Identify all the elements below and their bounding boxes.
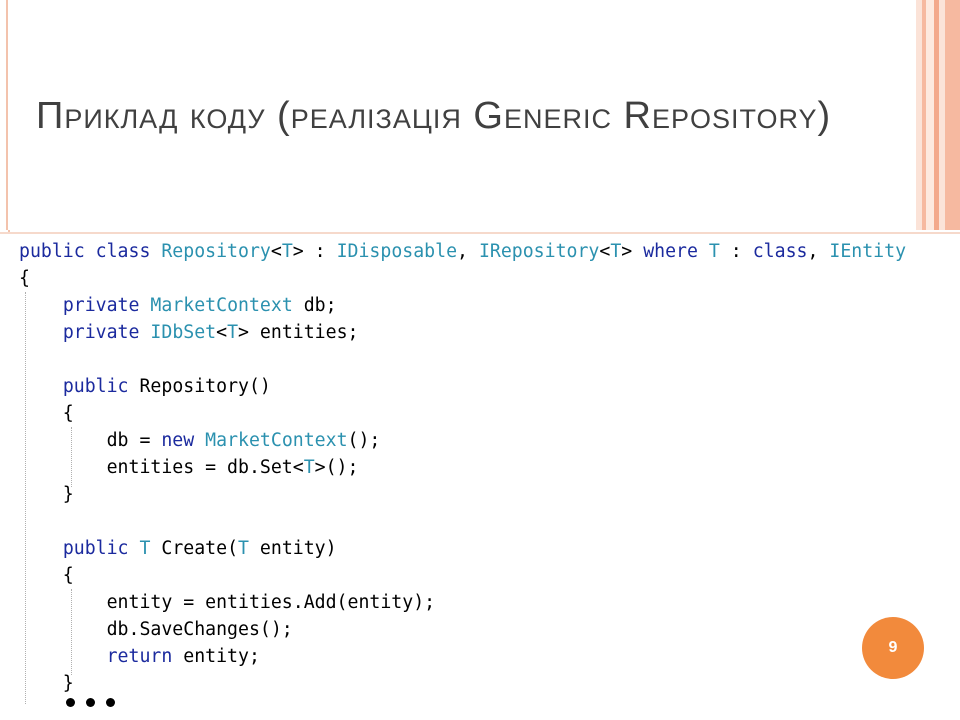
code-text: >(); bbox=[314, 457, 359, 478]
code-type: T bbox=[139, 538, 151, 559]
code-type: MarketContext bbox=[150, 295, 293, 316]
code-text: < bbox=[270, 241, 282, 262]
code-text: } bbox=[19, 673, 74, 694]
code-line: { bbox=[19, 562, 906, 589]
decorative-stripes bbox=[916, 0, 960, 230]
code-line: { bbox=[19, 265, 906, 292]
code-type: IEntity bbox=[829, 241, 907, 262]
decorative-stripe bbox=[945, 0, 960, 230]
code-line: public T Create(T entity) bbox=[19, 535, 906, 562]
dot bbox=[66, 698, 75, 707]
page-title: Приклад коду (реалізація Generic Reposit… bbox=[36, 95, 832, 137]
code-line: private IDbSet<T> entities; bbox=[19, 319, 906, 346]
code-text: } bbox=[19, 484, 74, 505]
code-type: T bbox=[303, 457, 315, 478]
code-line: entities = db.Set<T>(); bbox=[19, 454, 906, 481]
code-keyword: public bbox=[19, 241, 85, 262]
code-line: } bbox=[19, 481, 906, 508]
code-line: { bbox=[19, 400, 906, 427]
code-type: T bbox=[281, 241, 293, 262]
code-text: < bbox=[599, 241, 611, 262]
code-type: IDisposable bbox=[336, 241, 458, 262]
code-text: entity; bbox=[172, 646, 260, 667]
code-line: private MarketContext db; bbox=[19, 292, 906, 319]
code-type: IDbSet bbox=[150, 322, 217, 343]
code-type: IRepository bbox=[478, 241, 600, 262]
code-keyword: public bbox=[62, 376, 129, 397]
code-text: db = bbox=[19, 430, 162, 451]
code-text: > : bbox=[292, 241, 337, 262]
code-text: entities = db.Set< bbox=[19, 457, 304, 478]
code-text: { bbox=[19, 268, 30, 289]
code-line: db = new MarketContext(); bbox=[19, 427, 906, 454]
code-text: > bbox=[621, 241, 644, 262]
code-text: entity = entities.Add(entity); bbox=[19, 592, 436, 613]
code-type: T bbox=[610, 241, 622, 262]
code-type: Repository bbox=[161, 241, 271, 262]
code-text: < bbox=[216, 322, 228, 343]
code-text: Create( bbox=[150, 538, 239, 559]
code-text: db; bbox=[292, 295, 337, 316]
code-text: > entities; bbox=[238, 322, 359, 343]
code-line: entity = entities.Add(entity); bbox=[19, 589, 906, 616]
code-text: { bbox=[19, 403, 74, 424]
dot bbox=[86, 698, 95, 707]
code-text: , bbox=[457, 241, 479, 262]
code-keyword: private bbox=[62, 295, 140, 316]
code-text: entity) bbox=[248, 538, 337, 559]
dot bbox=[106, 698, 115, 707]
code-line: db.SaveChanges(); bbox=[19, 616, 906, 643]
code-type: MarketContext bbox=[205, 430, 348, 451]
code-text: (); bbox=[347, 430, 381, 451]
code-keyword: class bbox=[95, 241, 151, 262]
code-keyword: new bbox=[161, 430, 195, 451]
code-keyword: where bbox=[643, 241, 698, 262]
code-keyword: public bbox=[62, 538, 129, 559]
code-text: : bbox=[719, 241, 753, 262]
page-number-badge: 9 bbox=[862, 617, 924, 679]
code-type: T bbox=[227, 322, 239, 343]
code-line: return entity; bbox=[19, 643, 906, 670]
code-snippet: public class Repository<T> : IDisposable… bbox=[19, 238, 906, 697]
code-line: public class Repository<T> : IDisposable… bbox=[19, 238, 906, 265]
code-keyword: class bbox=[752, 241, 808, 262]
decorative-stripe bbox=[926, 0, 934, 230]
code-line: } bbox=[19, 670, 906, 697]
code-top-border bbox=[0, 232, 960, 234]
code-text: Repository() bbox=[128, 376, 271, 397]
code-keyword: return bbox=[106, 646, 173, 667]
code-type: T bbox=[238, 538, 249, 559]
code-line: public Repository() bbox=[19, 373, 906, 400]
code-text: db.SaveChanges(); bbox=[19, 619, 293, 640]
ellipsis-icon bbox=[66, 698, 115, 707]
code-type: T bbox=[708, 241, 720, 262]
code-text: , bbox=[807, 241, 830, 262]
code-text: { bbox=[19, 565, 74, 586]
code-keyword: private bbox=[62, 322, 140, 343]
